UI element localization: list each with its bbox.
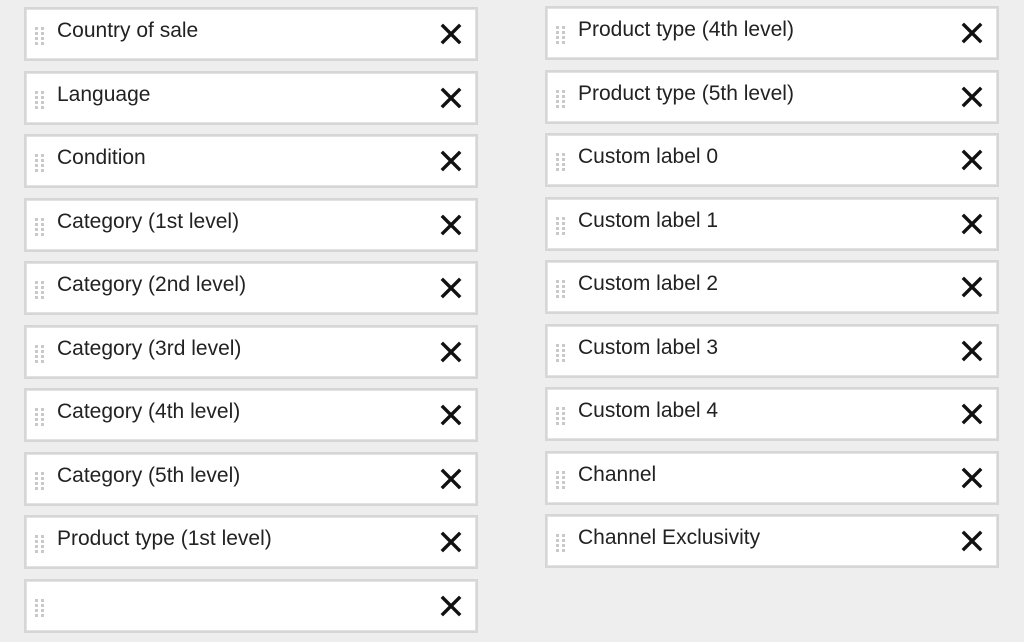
remove-attribute-button[interactable]	[440, 404, 462, 426]
close-icon	[961, 340, 983, 361]
attribute-chip-label: Language	[57, 82, 151, 106]
attribute-chip-left-1[interactable]: Language	[24, 70, 478, 125]
close-icon	[440, 341, 462, 362]
close-icon	[440, 468, 462, 489]
drag-handle-icon[interactable]	[556, 216, 567, 235]
remove-attribute-button[interactable]	[961, 276, 983, 298]
drag-handle-icon[interactable]	[35, 154, 46, 172]
attribute-chip-right-0[interactable]: Product type (4th level)	[545, 6, 999, 60]
close-icon	[961, 149, 983, 171]
close-icon	[961, 213, 983, 234]
close-icon	[961, 86, 983, 107]
drag-handle-icon[interactable]	[556, 280, 567, 298]
attribute-chip-label: Custom label 2	[578, 272, 719, 295]
attribute-chip-label: Product type (5th level)	[578, 81, 794, 105]
drag-handle-icon[interactable]	[35, 344, 46, 363]
attribute-chip-label: Category (3rd level)	[57, 336, 242, 360]
attribute-chip-left-0[interactable]: Country of sale	[24, 7, 478, 61]
drag-handle-icon[interactable]	[35, 27, 46, 45]
attribute-chip-left-2[interactable]: Condition	[24, 134, 478, 188]
remove-attribute-button[interactable]	[961, 22, 983, 44]
remove-attribute-button[interactable]	[961, 467, 983, 489]
attribute-chip-right-8[interactable]: Channel Exclusivity	[545, 514, 999, 568]
attribute-chip-left-5[interactable]: Category (3rd level)	[24, 324, 478, 379]
attribute-chip-label: Condition	[57, 146, 146, 169]
close-icon	[440, 87, 462, 108]
remove-attribute-button[interactable]	[440, 531, 462, 553]
drag-handle-icon[interactable]	[556, 534, 567, 552]
drag-handle-icon[interactable]	[35, 408, 46, 426]
remove-attribute-button[interactable]	[440, 150, 462, 172]
close-icon	[440, 404, 462, 426]
remove-attribute-button[interactable]	[440, 23, 462, 45]
attribute-chip-label: Channel	[578, 462, 657, 486]
close-icon	[440, 531, 462, 553]
remove-attribute-button[interactable]	[961, 86, 983, 108]
right-attribute-column: Product type (4th level) Product type (5…	[545, 6, 999, 578]
drag-handle-icon[interactable]	[556, 89, 567, 108]
remove-attribute-button[interactable]	[440, 214, 462, 236]
attribute-chip-left-4[interactable]: Category (2nd level)	[24, 261, 478, 315]
attribute-chip-right-6[interactable]: Custom label 4	[545, 387, 999, 441]
drag-handle-icon[interactable]	[35, 471, 46, 490]
left-attribute-column: Country of sale Language Condition Categ…	[24, 7, 478, 642]
drag-handle-icon[interactable]	[35, 90, 46, 109]
close-icon	[961, 22, 983, 44]
close-icon	[440, 214, 462, 235]
remove-attribute-button[interactable]	[440, 468, 462, 490]
attribute-chip-right-7[interactable]: Channel	[545, 450, 999, 505]
drag-handle-icon[interactable]	[556, 26, 567, 44]
attribute-chip-label: Category (5th level)	[57, 463, 241, 487]
close-icon	[440, 595, 462, 616]
remove-attribute-button[interactable]	[961, 403, 983, 425]
drag-handle-icon[interactable]	[35, 598, 46, 617]
attribute-chip-label: Category (2nd level)	[57, 273, 247, 296]
attribute-chip-left-8[interactable]: Product type (1st level)	[24, 515, 478, 569]
attribute-chip-label: Custom label 1	[578, 208, 719, 232]
remove-attribute-button[interactable]	[961, 213, 983, 235]
drag-handle-icon[interactable]	[556, 343, 567, 362]
attribute-chip-right-2[interactable]: Custom label 0	[545, 133, 999, 187]
remove-attribute-button[interactable]	[440, 341, 462, 363]
remove-attribute-button[interactable]	[440, 277, 462, 299]
attribute-chip-left-7[interactable]: Category (5th level)	[24, 451, 478, 506]
close-icon	[440, 150, 462, 172]
drag-handle-icon[interactable]	[556, 407, 567, 425]
remove-attribute-button[interactable]	[440, 87, 462, 109]
attribute-chip-label: Custom label 0	[578, 145, 719, 168]
close-icon	[440, 277, 462, 299]
attribute-chip-label: Channel Exclusivity	[578, 526, 761, 549]
remove-attribute-button[interactable]	[440, 595, 462, 617]
attribute-chip-right-4[interactable]: Custom label 2	[545, 260, 999, 314]
remove-attribute-button[interactable]	[961, 149, 983, 171]
attribute-chip-label: Country of sale	[57, 19, 199, 42]
attribute-chip-label: Custom label 3	[578, 335, 719, 359]
remove-attribute-button[interactable]	[961, 340, 983, 362]
drag-handle-icon[interactable]	[556, 153, 567, 171]
remove-attribute-button[interactable]	[961, 530, 983, 552]
attribute-chip-left-6[interactable]: Category (4th level)	[24, 388, 478, 442]
attribute-chip-label: Product type (4th level)	[578, 18, 794, 41]
attribute-chip-label: Product type (1st level)	[57, 527, 272, 550]
attribute-chip-label: Custom label 4	[578, 399, 719, 422]
attribute-chip-label: Category (1st level)	[57, 209, 240, 233]
close-icon	[961, 276, 983, 298]
drag-handle-icon[interactable]	[35, 217, 46, 236]
attribute-chip-left-3[interactable]: Category (1st level)	[24, 197, 478, 252]
close-icon	[440, 23, 462, 45]
drag-handle-icon[interactable]	[35, 281, 46, 299]
attribute-chip-right-3[interactable]: Custom label 1	[545, 196, 999, 251]
attribute-chip-right-5[interactable]: Custom label 3	[545, 323, 999, 378]
attribute-chip-right-1[interactable]: Product type (5th level)	[545, 69, 999, 124]
close-icon	[961, 403, 983, 425]
close-icon	[961, 467, 983, 488]
attribute-chip-left-9[interactable]	[24, 578, 478, 633]
attribute-chip-label: Category (4th level)	[57, 400, 241, 423]
close-icon	[961, 530, 983, 552]
drag-handle-icon[interactable]	[35, 535, 46, 553]
drag-handle-icon[interactable]	[556, 470, 567, 489]
